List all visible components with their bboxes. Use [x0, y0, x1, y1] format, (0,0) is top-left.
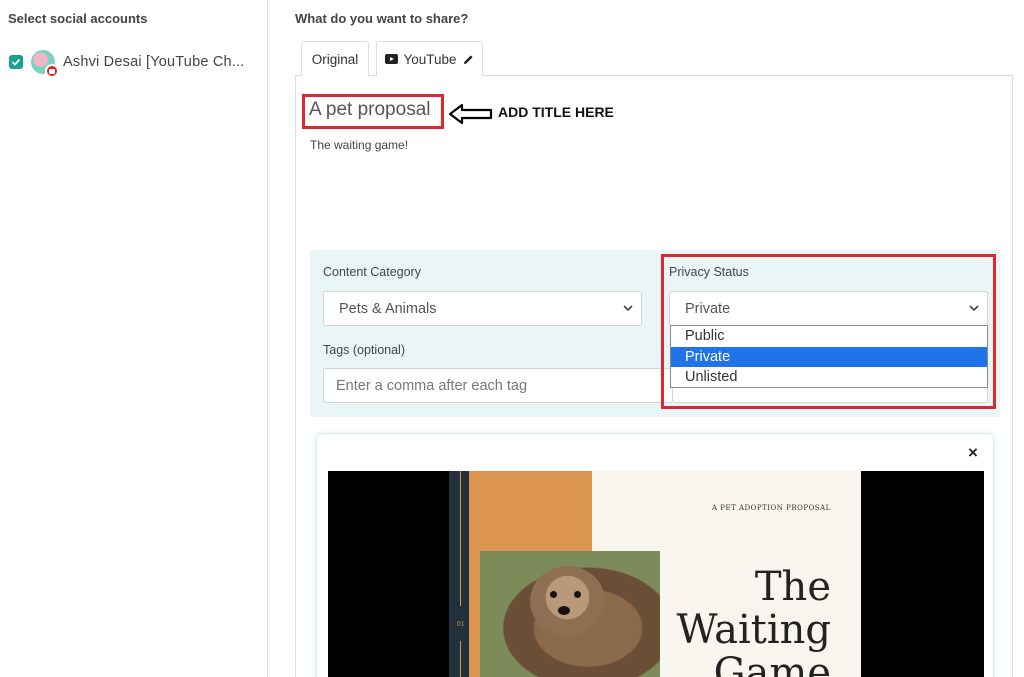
account-row[interactable]: Ashvi Desai [YouTube Ch...	[9, 50, 245, 78]
privacy-highlight-box	[661, 254, 996, 409]
tab-youtube-label: YouTube	[403, 51, 457, 67]
dog-photo	[480, 551, 660, 677]
tab-original-label: Original	[311, 51, 359, 67]
dog-eye	[550, 591, 557, 598]
add-title-annotation: ADD TITLE HERE	[498, 104, 614, 120]
dog-head	[530, 566, 605, 636]
post-title-input[interactable]: A pet proposal	[309, 99, 430, 121]
pencil-icon	[463, 54, 473, 64]
slide-title-line-2: Waiting	[676, 607, 831, 653]
share-heading: What do you want to share?	[295, 11, 469, 26]
video-thumbnail[interactable]: 01 A PET ADOPTION PROPOSAL The Waiting G…	[328, 471, 984, 677]
tags-placeholder: Enter a comma after each tag	[336, 377, 528, 394]
youtube-icon	[385, 54, 399, 64]
slide-title-line-3: Game	[713, 650, 831, 677]
accounts-column: Select social accounts Ashvi Desai [YouT…	[0, 0, 268, 677]
slide-preview: 01 A PET ADOPTION PROPOSAL The Waiting G…	[449, 471, 861, 677]
dog-nose	[558, 606, 570, 615]
tags-input[interactable]: Enter a comma after each tag	[323, 368, 673, 403]
slide-number: 01	[457, 621, 465, 628]
youtube-badge-icon	[45, 64, 59, 78]
tab-youtube[interactable]: YouTube	[376, 41, 483, 76]
tags-label: Tags (optional)	[323, 343, 405, 357]
account-name: Ashvi Desai [YouTube Ch...	[63, 54, 245, 70]
close-icon[interactable]: ×	[968, 443, 978, 463]
chevron-down-icon	[623, 304, 633, 311]
tab-original[interactable]: Original	[301, 41, 369, 76]
content-category-value: Pets & Animals	[339, 300, 437, 317]
slide-subtitle: A PET ADOPTION PROPOSAL	[712, 504, 831, 512]
slide-divider-line	[460, 641, 461, 677]
slide-dark-band: 01	[449, 471, 469, 677]
avatar	[31, 50, 59, 78]
content-category-select[interactable]: Pets & Animals	[323, 291, 642, 326]
dog-eye	[574, 591, 581, 598]
checkbox-checked-icon[interactable]	[9, 55, 23, 69]
slide-divider-line	[460, 471, 461, 606]
slide-title: The Waiting Game	[676, 566, 831, 677]
arrow-left-icon	[448, 103, 493, 125]
content-category-label: Content Category	[323, 265, 421, 279]
accounts-heading: Select social accounts	[8, 11, 148, 26]
slide-title-line-1: The	[754, 564, 831, 610]
post-description[interactable]: The waiting game!	[310, 138, 408, 152]
